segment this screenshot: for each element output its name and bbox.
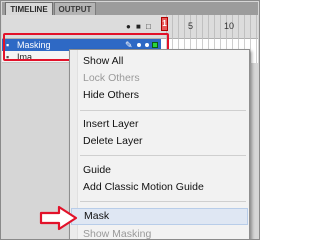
menu-item-guide[interactable]: Guide	[71, 162, 248, 179]
annotation-arrow-icon	[39, 205, 78, 231]
menu-item-show-all[interactable]: Show All	[71, 53, 248, 70]
menu-item-delete-layer[interactable]: Delete Layer	[71, 133, 248, 150]
menu-item-hide-others[interactable]: Hide Others	[71, 87, 248, 104]
outline-icon[interactable]: □	[146, 22, 151, 31]
menu-item-insert-layer[interactable]: Insert Layer	[71, 116, 248, 133]
frame-ruler[interactable]	[161, 15, 258, 39]
playhead-frame-number: 1	[162, 19, 167, 28]
eye-icon[interactable]: ●	[126, 22, 131, 31]
frame-number-10: 10	[224, 21, 235, 31]
menu-separator	[80, 201, 246, 202]
tab-output[interactable]: OUTPUT	[54, 2, 96, 15]
frame-number-5: 5	[188, 21, 194, 31]
lock-icon[interactable]: ■	[136, 22, 141, 31]
menu-separator	[80, 155, 246, 156]
menu-item-add-classic-motion-guide[interactable]: Add Classic Motion Guide	[71, 179, 248, 196]
context-menu: Show All Lock Others Hide Others Insert …	[69, 49, 250, 239]
menu-item-mask[interactable]: Mask	[71, 208, 248, 225]
panel-tab-bar: TIMELINE OUTPUT	[2, 2, 258, 15]
menu-item-show-masking[interactable]: Show Masking	[71, 226, 248, 239]
menu-separator	[80, 110, 246, 111]
tab-timeline[interactable]: TIMELINE	[5, 2, 53, 15]
timeline-panel: TIMELINE OUTPUT ● ■ □ 1 5 10 ▪ Masking ✎…	[0, 0, 260, 240]
menu-item-lock-others[interactable]: Lock Others	[71, 70, 248, 87]
